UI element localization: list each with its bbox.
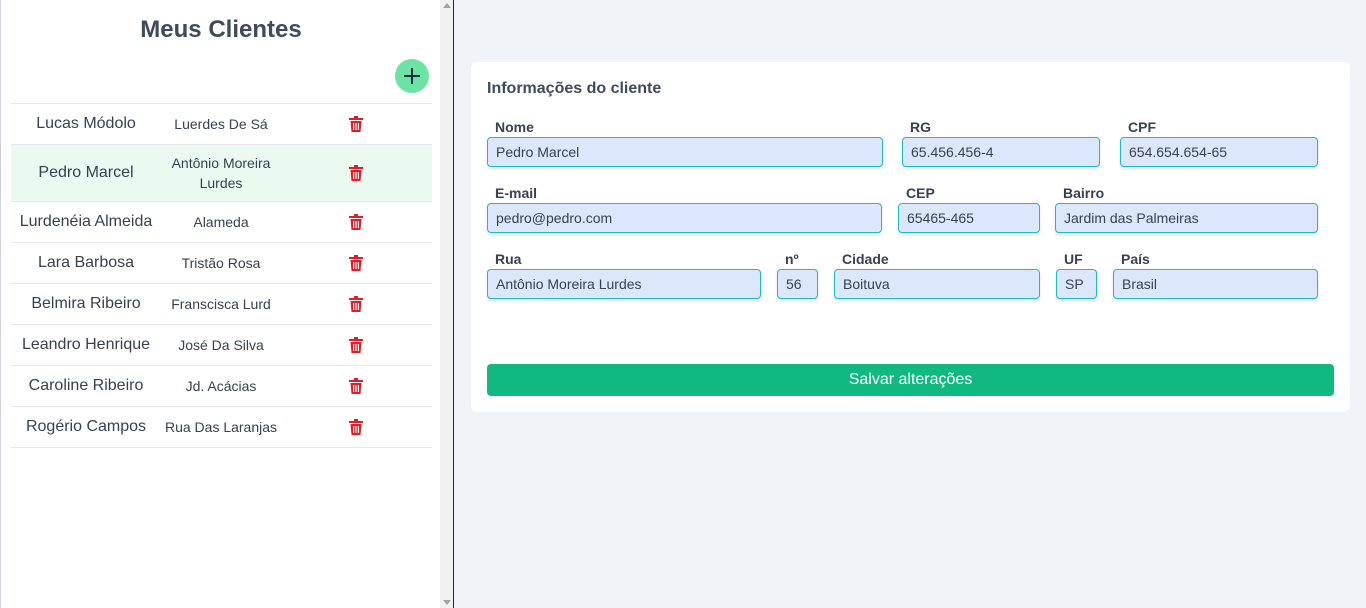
nome-label: Nome: [495, 119, 534, 135]
cep-input[interactable]: [898, 203, 1040, 233]
delete-client-button[interactable]: [349, 214, 363, 230]
save-changes-button[interactable]: Salvar alterações: [487, 364, 1334, 396]
client-street: Jd. Acácias: [185, 378, 257, 394]
delete-client-button[interactable]: [349, 296, 363, 312]
client-name: Leandro Henrique: [21, 336, 151, 353]
rg-label: RG: [910, 119, 931, 135]
client-row[interactable]: Belmira Ribeiro Franscisca Lurd: [11, 284, 432, 325]
client-sidebar: Meus Clientes Lucas Módolo Luerdes De Sá…: [0, 0, 440, 608]
cidade-input[interactable]: [834, 269, 1040, 299]
trash-icon: [349, 255, 363, 271]
client-street: Rua Das Laranjas: [164, 419, 278, 435]
trash-icon: [349, 296, 363, 312]
delete-client-button[interactable]: [349, 165, 363, 181]
client-list: Lucas Módolo Luerdes De Sá Pedro Marcel …: [11, 103, 432, 448]
client-street: Tristão Rosa: [181, 255, 261, 271]
cidade-label: Cidade: [842, 251, 889, 267]
uf-label: UF: [1064, 251, 1083, 267]
client-row[interactable]: Rogério Campos Rua Das Laranjas: [11, 407, 432, 448]
email-input[interactable]: [487, 203, 882, 233]
trash-icon: [349, 116, 363, 132]
cpf-field-group: CPF: [1120, 119, 1318, 169]
cpf-input[interactable]: [1120, 137, 1318, 167]
client-name: Pedro Marcel: [38, 164, 134, 181]
rua-field-group: Rua: [487, 251, 761, 301]
bairro-input[interactable]: [1055, 203, 1318, 233]
trash-icon: [349, 337, 363, 353]
client-row[interactable]: Leandro Henrique José Da Silva: [11, 325, 432, 366]
rua-label: Rua: [495, 251, 522, 267]
delete-client-button[interactable]: [349, 419, 363, 435]
client-info-card: Informações do cliente Nome RG CPF E-mai…: [471, 62, 1350, 412]
pais-label: País: [1121, 251, 1150, 267]
client-street: Franscisca Lurd: [171, 296, 271, 312]
client-row[interactable]: Lucas Módolo Luerdes De Sá: [11, 104, 432, 145]
client-name: Lucas Módolo: [36, 115, 136, 132]
pais-input[interactable]: [1113, 269, 1318, 299]
rg-field-group: RG: [902, 119, 1100, 169]
cep-label: CEP: [906, 185, 935, 201]
client-row[interactable]: Lara Barbosa Tristão Rosa: [11, 243, 432, 284]
scroll-up-icon[interactable]: [443, 3, 451, 8]
client-name: Rogério Campos: [25, 418, 147, 435]
client-street: José Da Silva: [178, 337, 264, 353]
card-title: Informações do cliente: [487, 80, 662, 97]
bairro-label: Bairro: [1063, 185, 1105, 201]
client-name: Caroline Ribeiro: [28, 377, 144, 394]
client-name: Belmira Ribeiro: [31, 295, 141, 312]
delete-client-button[interactable]: [349, 337, 363, 353]
plus-icon: [404, 68, 420, 84]
numero-field-group: nº: [777, 251, 818, 301]
sidebar-scrollbar[interactable]: [440, 0, 454, 608]
delete-client-button[interactable]: [349, 116, 363, 132]
nome-field-group: Nome: [487, 119, 883, 169]
bairro-field-group: Bairro: [1055, 185, 1318, 235]
numero-input[interactable]: [777, 269, 818, 299]
sidebar-title: Meus Clientes: [140, 16, 302, 43]
nome-input[interactable]: [487, 137, 883, 167]
trash-icon: [349, 419, 363, 435]
client-row[interactable]: Caroline Ribeiro Jd. Acácias: [11, 366, 432, 407]
pais-field-group: País: [1113, 251, 1318, 301]
numero-label: nº: [785, 251, 799, 267]
cidade-field-group: Cidade: [834, 251, 1040, 301]
rg-input[interactable]: [902, 137, 1100, 167]
add-client-button[interactable]: [395, 59, 429, 93]
rua-input[interactable]: [487, 269, 761, 299]
email-label: E-mail: [495, 185, 538, 201]
client-street: Alameda: [193, 214, 249, 230]
client-street: Luerdes De Sá: [174, 116, 268, 132]
cpf-label: CPF: [1128, 119, 1156, 135]
client-name: Lurdenéia Almeida: [19, 213, 153, 230]
uf-input[interactable]: [1056, 269, 1097, 299]
client-street: Antônio Moreira Lurdes: [171, 155, 271, 191]
delete-client-button[interactable]: [349, 378, 363, 394]
client-name: Lara Barbosa: [37, 254, 135, 271]
email-field-group: E-mail: [487, 185, 882, 235]
trash-icon: [349, 378, 363, 394]
scroll-down-icon[interactable]: [443, 600, 451, 605]
delete-client-button[interactable]: [349, 255, 363, 271]
client-row[interactable]: Lurdenéia Almeida Alameda: [11, 202, 432, 243]
trash-icon: [349, 165, 363, 181]
client-row-selected[interactable]: Pedro Marcel Antônio Moreira Lurdes: [11, 145, 432, 202]
uf-field-group: UF: [1056, 251, 1097, 301]
trash-icon: [349, 214, 363, 230]
cep-field-group: CEP: [898, 185, 1040, 235]
